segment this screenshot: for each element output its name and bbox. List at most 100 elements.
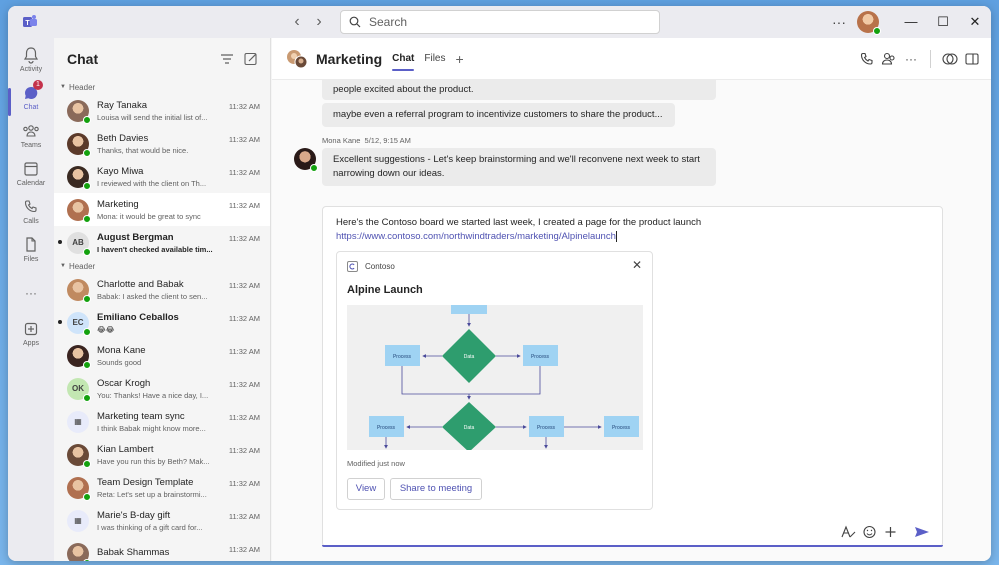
section-header[interactable]: ▼ Header — [54, 80, 270, 94]
chat-list-item[interactable]: Kian Lambert Have you run this by Beth? M… — [54, 438, 270, 471]
conversation-header: Marketing Chat Files + ··· — [272, 38, 991, 80]
message-bubble: Excellent suggestions - Let's keep brain… — [322, 148, 716, 186]
compose-link[interactable]: https://www.contoso.com/northwindtraders… — [336, 231, 616, 242]
add-tab-icon[interactable]: + — [455, 51, 463, 67]
presence-available-icon — [873, 27, 881, 35]
send-icon[interactable] — [911, 525, 932, 539]
avatar — [67, 278, 91, 303]
chat-list-item[interactable]: ▦ Marketing team sync I think Babak might … — [54, 405, 270, 438]
call-icon[interactable] — [856, 51, 878, 67]
tab-chat[interactable]: Chat — [392, 41, 415, 76]
chat-list-item[interactable]: Beth Davies Thanks, that would be nice. 11… — [54, 127, 270, 160]
chat-sections: ▼ Header Ray Tanaka Louisa will send the in… — [54, 80, 270, 561]
avatar: AB — [67, 231, 91, 256]
chat-list-item[interactable]: Kayo Miwa I reviewed with the client on T… — [54, 160, 270, 193]
card-modified-text: Modified just now — [347, 459, 405, 468]
people-icon[interactable] — [878, 51, 900, 67]
share-to-meeting-button[interactable]: Share to meeting — [390, 478, 482, 500]
chat-preview: Thanks, that would be nice. — [97, 145, 189, 155]
diagram-preview[interactable]: Data Process Process Data Process Proces… — [347, 305, 643, 450]
rail-activity[interactable]: Activity — [8, 46, 54, 82]
presence-available-icon — [83, 214, 91, 223]
chat-preview: 😂😂 — [97, 324, 115, 334]
more-options-icon[interactable]: ··· — [827, 14, 851, 30]
avatar — [67, 198, 91, 223]
rail-teams[interactable]: Teams — [8, 122, 54, 158]
rail-calls[interactable]: Calls — [8, 198, 54, 234]
user-avatar[interactable] — [857, 11, 881, 35]
search-input[interactable]: Search — [340, 10, 660, 34]
more-icon: ··· — [25, 286, 37, 300]
compose-box[interactable]: Here's the Contoso board we started last… — [322, 206, 943, 547]
search-placeholder: Search — [369, 15, 408, 29]
rail-more[interactable]: ··· — [8, 284, 54, 320]
phone-icon — [24, 200, 37, 213]
chat-preview: I haven't checked available tim... — [97, 244, 213, 254]
chat-list-item[interactable]: Marketing Mona: it would be great to sync… — [54, 193, 270, 226]
chat-list-item[interactable]: EC Emiliano Ceballos 😂😂 11:32 AM — [54, 306, 270, 339]
avatar — [67, 443, 91, 468]
section-header[interactable]: ▼ Header — [54, 259, 270, 273]
avatar: EC — [67, 311, 91, 336]
avatar: ▦ — [67, 410, 89, 433]
presence-available-icon — [83, 393, 91, 402]
group-avatar — [286, 48, 308, 70]
teams-window: T ‹ › Search ··· — ☐ ✕ Activity 1 Chat T… — [8, 6, 991, 561]
avatar — [67, 344, 91, 369]
filter-icon[interactable] — [216, 52, 238, 66]
maximize-button[interactable]: ☐ — [927, 6, 959, 38]
view-button[interactable]: View — [347, 478, 385, 500]
close-icon[interactable]: ✕ — [632, 258, 642, 272]
chat-list-item[interactable]: AB August Bergman I haven't checked availa… — [54, 226, 270, 259]
chat-preview: Have you run this by Beth? Mak... — [97, 456, 210, 466]
chat-preview: I reviewed with the client on Th... — [97, 178, 207, 188]
presence-available-icon — [83, 247, 91, 256]
side-panel-icon[interactable] — [961, 51, 983, 67]
tab-files[interactable]: Files — [424, 41, 445, 76]
chat-list-item[interactable]: Charlotte and Babak Babak: I asked the cl… — [54, 273, 270, 306]
chat-time: 11:32 AM — [228, 201, 260, 210]
rail-apps[interactable]: Apps — [8, 320, 54, 356]
chat-list-item[interactable]: Babak Shammas 11:32 AM — [54, 537, 270, 561]
minimize-button[interactable]: — — [895, 6, 927, 38]
close-window-button[interactable]: ✕ — [959, 6, 991, 38]
add-icon[interactable] — [880, 525, 901, 539]
format-icon[interactable] — [838, 525, 859, 539]
chat-list-item[interactable]: Mona Kane Sounds good 11:32 AM — [54, 339, 270, 372]
conversation-actions: ··· — [856, 38, 983, 80]
rail-files[interactable]: Files — [8, 236, 54, 272]
back-icon[interactable]: ‹ — [288, 13, 306, 31]
copilot-icon[interactable] — [939, 51, 961, 67]
unread-dot-icon — [58, 240, 62, 244]
forward-icon[interactable]: › — [310, 13, 328, 31]
more-options-icon[interactable]: ··· — [900, 52, 922, 66]
avatar-initials: ▦ — [74, 515, 82, 525]
chat-time: 11:32 AM — [228, 347, 260, 356]
mona-kane-avatar[interactable] — [294, 148, 318, 172]
conversation-title: Marketing — [316, 50, 383, 67]
chat-list-item[interactable]: OK Oscar Krogh You: Thanks! Have a nice da… — [54, 372, 270, 405]
rail-calendar[interactable]: Calendar — [8, 160, 54, 196]
conversation-pane: Marketing Chat Files + ··· people excite… — [272, 38, 991, 561]
avatar: OK — [67, 377, 91, 402]
chat-time: 11:32 AM — [228, 380, 260, 389]
data-node-label: Data — [464, 354, 475, 360]
chat-list-item[interactable]: ▦ Marie's B-day gift I was thinking of a g… — [54, 504, 270, 537]
compose-text[interactable]: Here's the Contoso board we started last… — [336, 216, 926, 244]
presence-available-icon — [83, 459, 91, 468]
compose-toolbar — [838, 525, 932, 539]
rail-chat[interactable]: 1 Chat — [8, 80, 54, 120]
chat-list-item[interactable]: Ray Tanaka Louisa will send the initial l… — [54, 94, 270, 127]
data-node-label: Data — [464, 425, 475, 431]
rail-label: Chat — [23, 104, 39, 111]
chat-time: 11:32 AM — [228, 512, 260, 521]
window-controls: ··· — ☐ ✕ — [827, 6, 991, 38]
calendar-icon — [24, 162, 38, 176]
card-title: Alpine Launch — [347, 284, 423, 296]
new-chat-icon[interactable] — [240, 52, 262, 66]
presence-available-icon — [83, 360, 91, 369]
chat-list-item[interactable]: Team Design Template Reta: Let's set up a… — [54, 471, 270, 504]
emoji-icon[interactable] — [859, 525, 880, 539]
chat-preview: Sounds good — [97, 357, 142, 367]
rail-label: Apps — [23, 340, 39, 347]
